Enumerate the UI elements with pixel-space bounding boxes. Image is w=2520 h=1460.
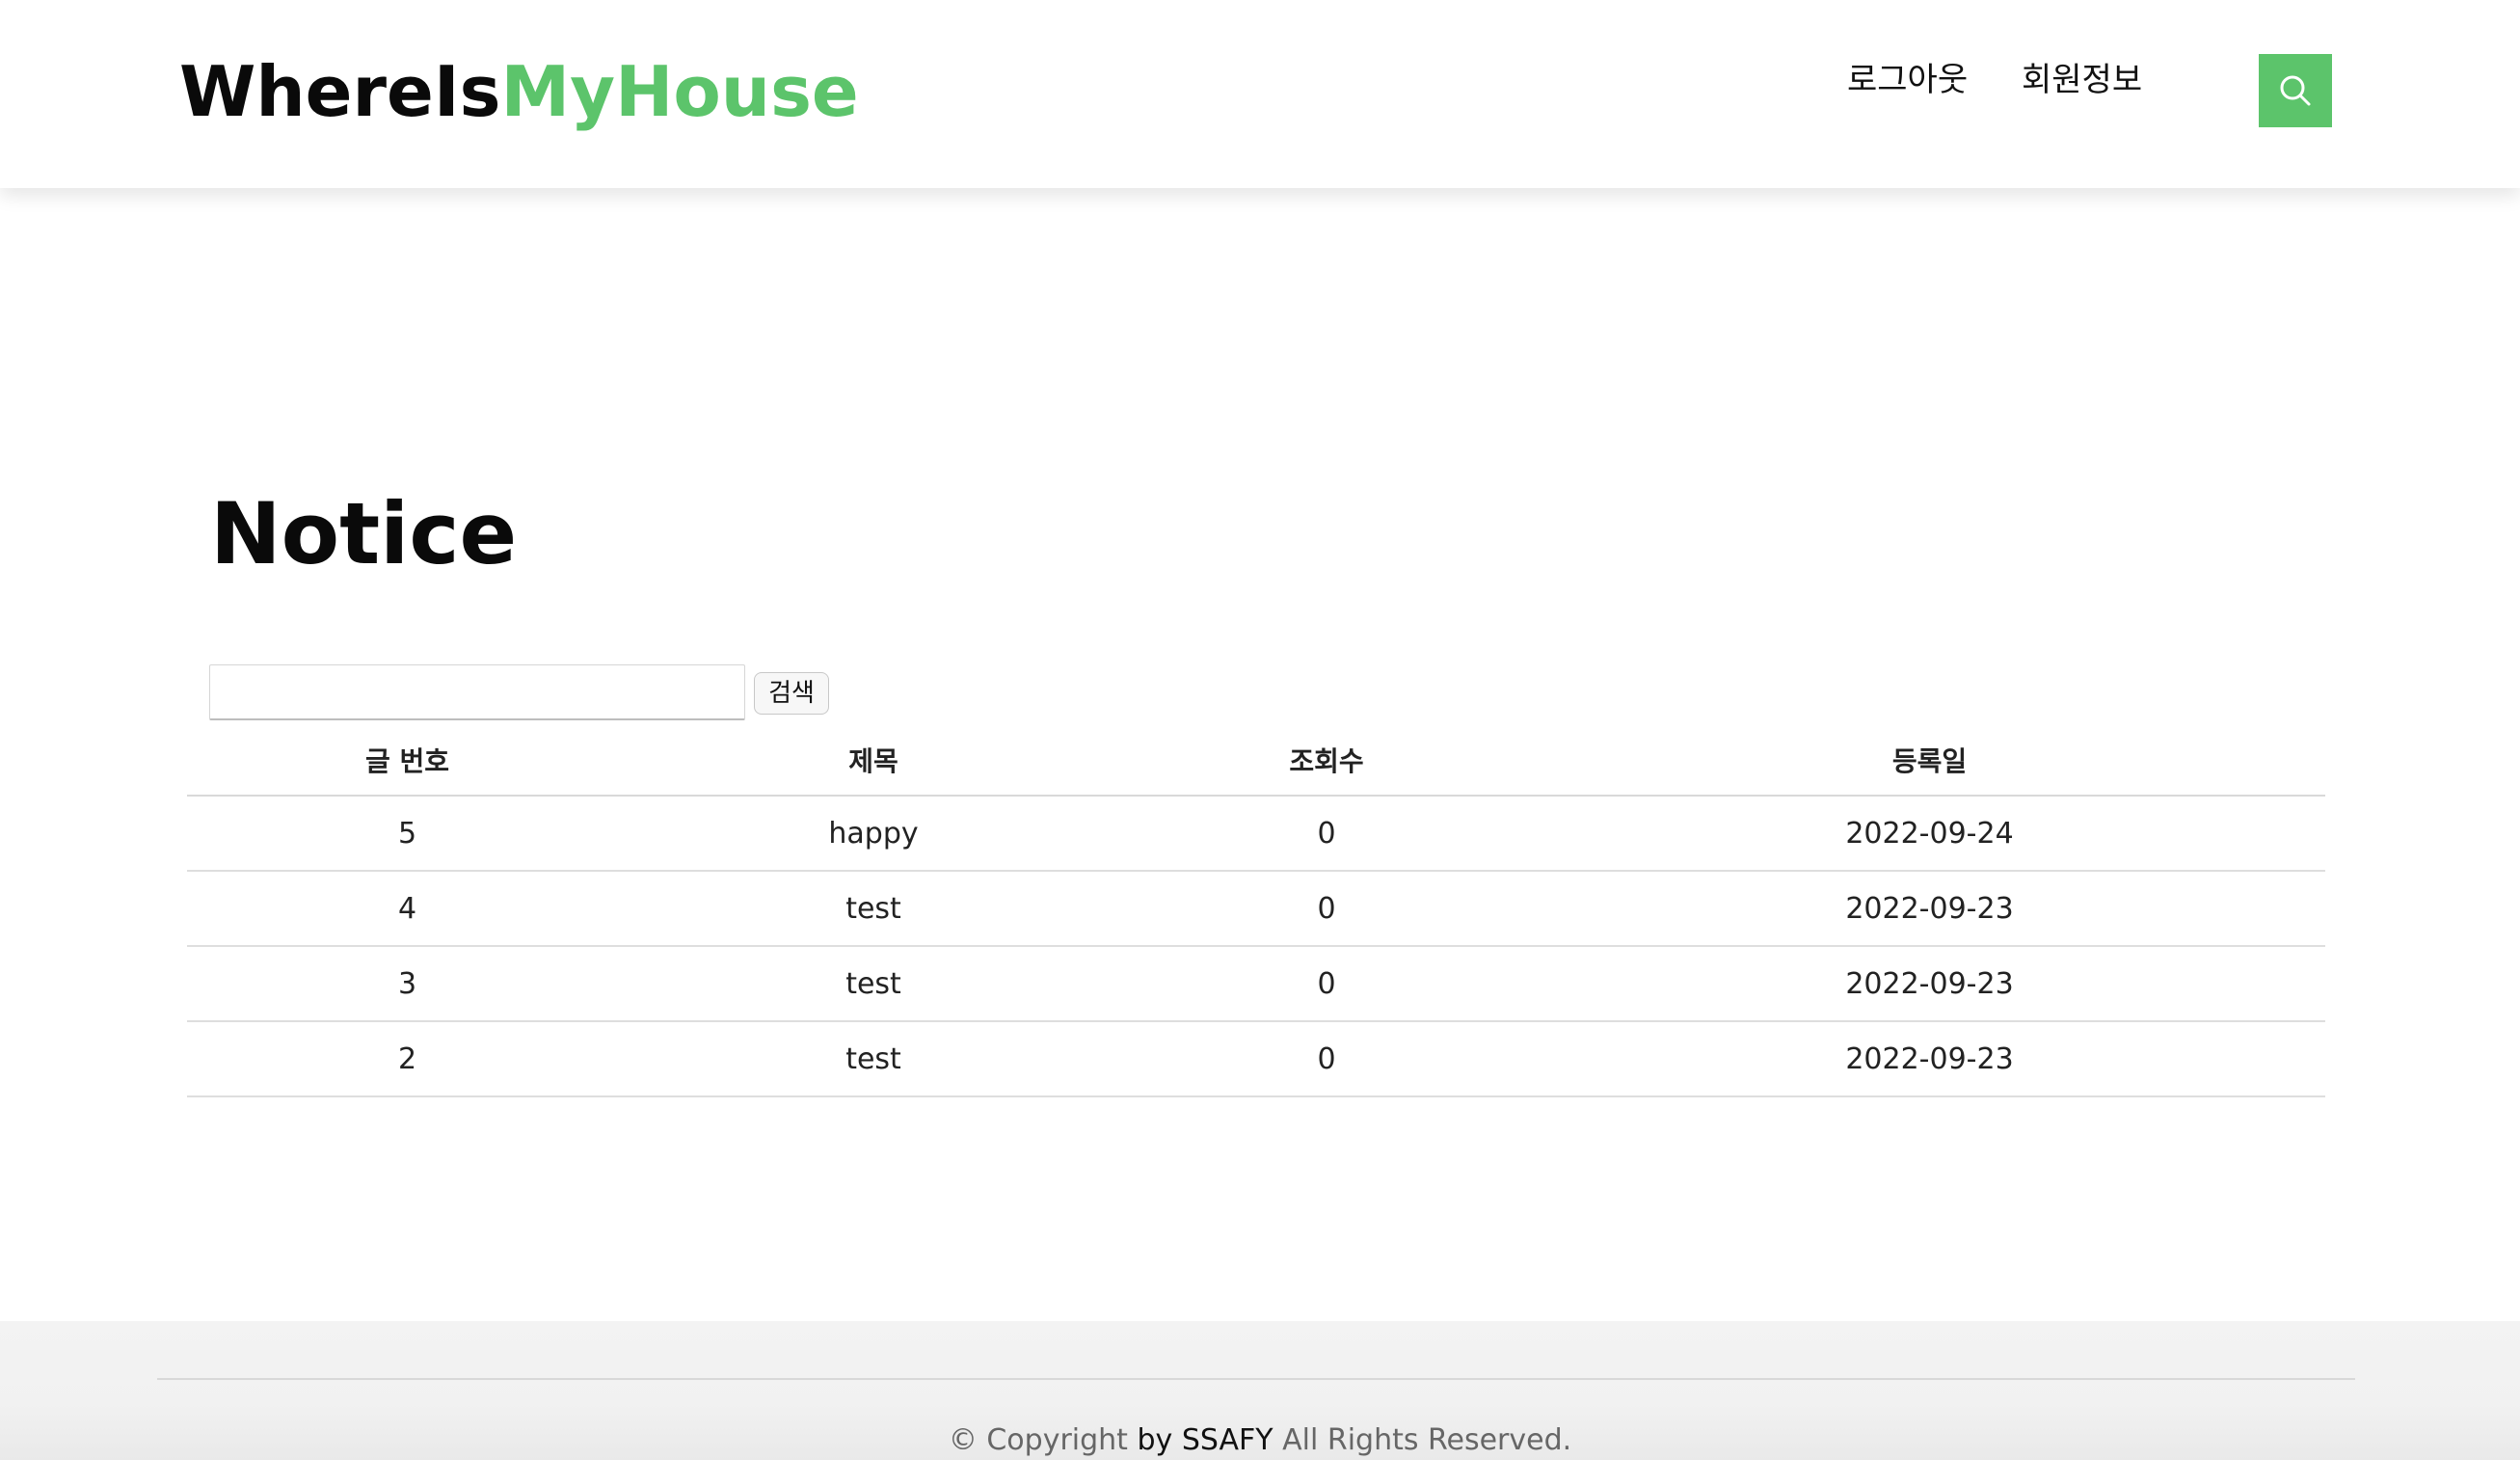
row-number: 4 xyxy=(187,871,628,947)
row-title-link[interactable]: test xyxy=(628,946,1119,1022)
brand-logo[interactable]: WhereIsMyHouse xyxy=(179,48,859,135)
search-input[interactable] xyxy=(209,664,745,720)
row-number: 5 xyxy=(187,796,628,872)
row-number: 3 xyxy=(187,946,628,1022)
site-footer: © Copyright by SSAFY All Rights Reserved… xyxy=(0,1321,2520,1460)
row-title-link[interactable]: test xyxy=(628,1021,1119,1097)
brand-logo-dark-text: WhereIs xyxy=(179,51,501,132)
notice-table: 글 번호 제목 조회수 등록일 5 happy 0 2022-09-24 4 t… xyxy=(187,725,2325,1097)
row-views: 0 xyxy=(1119,871,1534,947)
column-header-title: 제목 xyxy=(628,725,1119,797)
profile-link[interactable]: 회원정보 xyxy=(2022,56,2142,104)
table-header-row: 글 번호 제목 조회수 등록일 xyxy=(187,725,2325,797)
page-title: Notice xyxy=(210,483,518,583)
row-date: 2022-09-23 xyxy=(1534,871,2325,947)
row-date: 2022-09-23 xyxy=(1534,946,2325,1022)
copyright-owner: by SSAFY xyxy=(1137,1423,1273,1457)
row-views: 0 xyxy=(1119,1021,1534,1097)
copyright-text: © Copyright by SSAFY All Rights Reserved… xyxy=(0,1421,2520,1460)
copyright-prefix: © Copyright xyxy=(948,1423,1128,1457)
search-icon xyxy=(2280,75,2311,106)
header-search-button[interactable] xyxy=(2259,54,2332,127)
column-header-views: 조회수 xyxy=(1119,725,1534,797)
row-views: 0 xyxy=(1119,796,1534,872)
table-row[interactable]: 2 test 0 2022-09-23 xyxy=(187,1021,2325,1097)
table-row[interactable]: 5 happy 0 2022-09-24 xyxy=(187,796,2325,872)
site-header: WhereIsMyHouse 로그아웃 회원정보 xyxy=(0,0,2520,188)
footer-divider xyxy=(157,1378,2355,1380)
column-header-number: 글 번호 xyxy=(187,725,628,797)
row-number: 2 xyxy=(187,1021,628,1097)
table-row[interactable]: 4 test 0 2022-09-23 xyxy=(187,871,2325,947)
row-title-link[interactable]: test xyxy=(628,871,1119,947)
search-submit-button[interactable]: 검색 xyxy=(754,672,829,715)
logout-link[interactable]: 로그아웃 xyxy=(1847,56,1968,104)
row-title-link[interactable]: happy xyxy=(628,796,1119,872)
row-date: 2022-09-23 xyxy=(1534,1021,2325,1097)
copyright-suffix: All Rights Reserved. xyxy=(1282,1423,1572,1457)
row-date: 2022-09-24 xyxy=(1534,796,2325,872)
column-header-date: 등록일 xyxy=(1534,725,2325,797)
row-views: 0 xyxy=(1119,946,1534,1022)
table-row[interactable]: 3 test 0 2022-09-23 xyxy=(187,946,2325,1022)
brand-logo-green-text: MyHouse xyxy=(500,51,859,132)
